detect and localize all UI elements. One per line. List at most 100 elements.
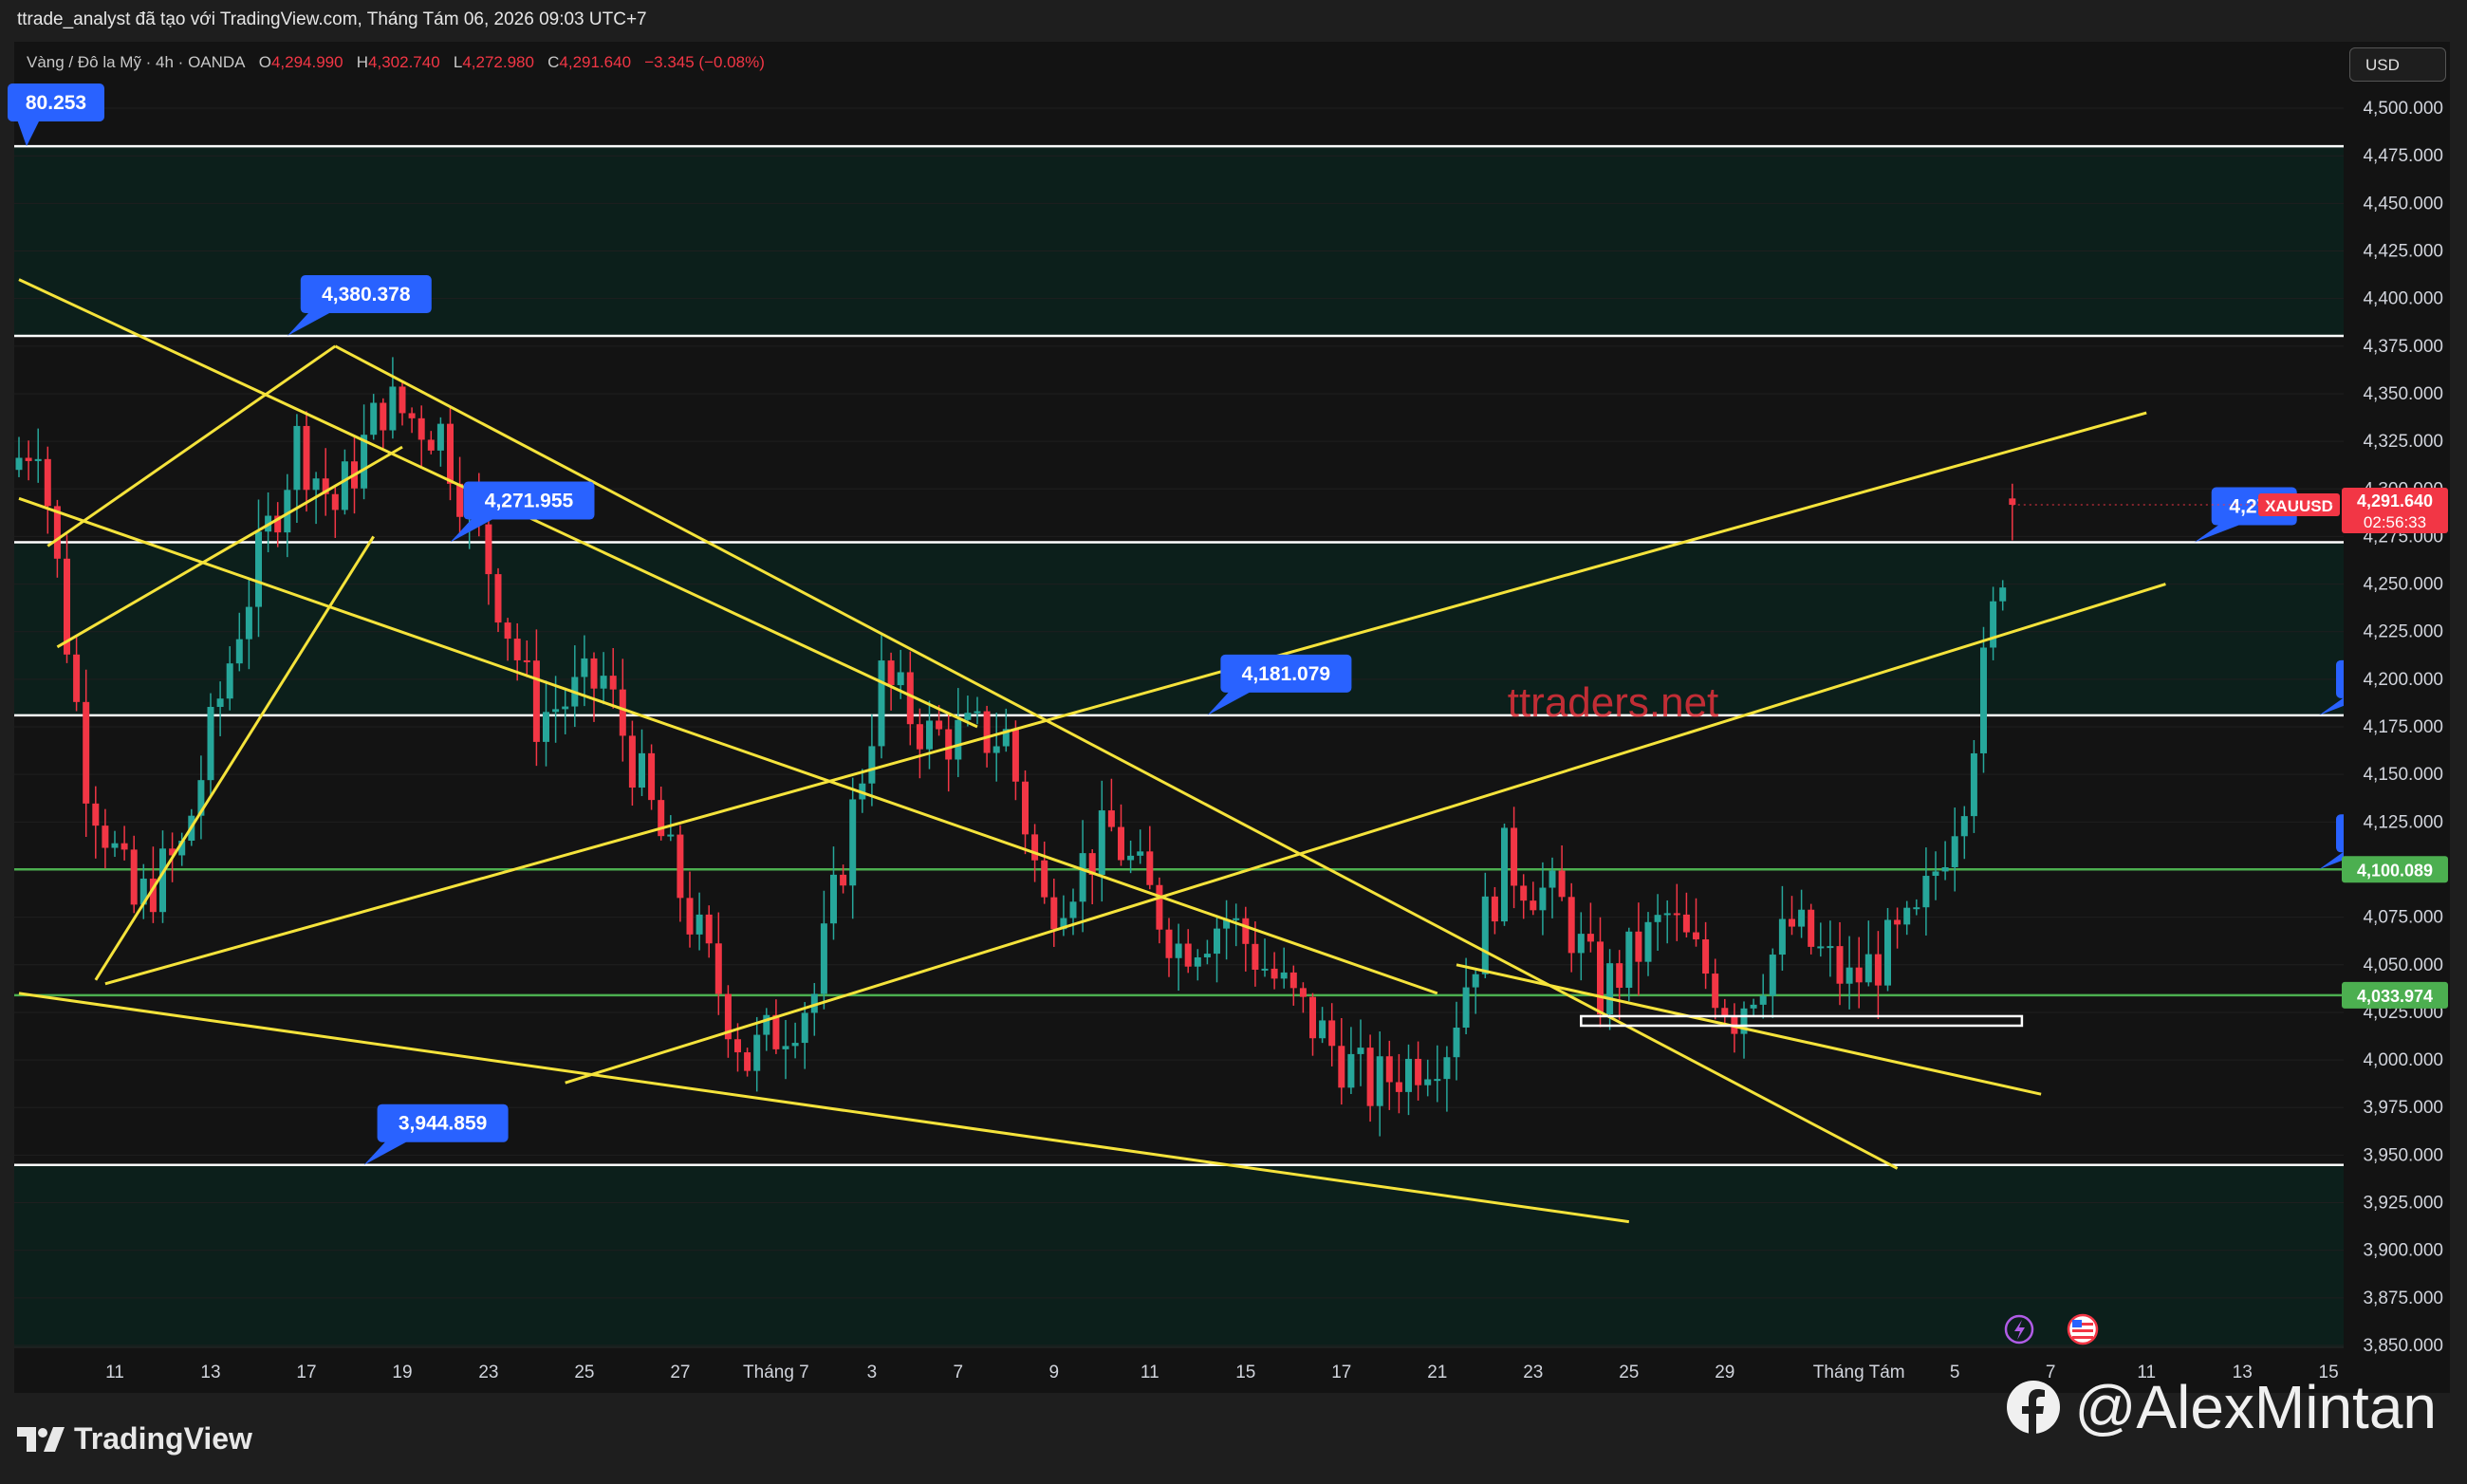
candle[interactable] <box>696 892 703 951</box>
candle[interactable] <box>1022 770 1029 855</box>
candle[interactable] <box>849 777 857 919</box>
candle[interactable] <box>1663 900 1671 944</box>
candle[interactable] <box>1836 921 1844 1006</box>
candle[interactable] <box>92 786 100 859</box>
candle[interactable] <box>1443 1046 1451 1112</box>
candle[interactable] <box>992 713 1000 782</box>
candle[interactable] <box>1242 906 1250 972</box>
price-callout[interactable]: 80.253 <box>8 83 104 147</box>
candle[interactable] <box>1472 970 1479 1014</box>
currency-button[interactable]: USD <box>2349 47 2446 82</box>
candle[interactable] <box>868 714 876 807</box>
candle[interactable] <box>1137 829 1144 864</box>
candle[interactable] <box>399 380 406 426</box>
candle[interactable] <box>1769 948 1776 1018</box>
candle[interactable] <box>1481 872 1489 978</box>
candle[interactable] <box>639 729 645 796</box>
price-chart[interactable]: ttraders.net 4,380.378 4,271.955 4,181.079… <box>0 0 2467 1393</box>
consolidation-box-rect[interactable] <box>1580 1014 2024 1028</box>
candle[interactable] <box>1625 927 1633 1002</box>
candle[interactable] <box>1011 720 1019 801</box>
candle[interactable] <box>1817 922 1825 957</box>
candle[interactable] <box>820 890 827 1010</box>
candle[interactable] <box>447 405 454 501</box>
candle[interactable] <box>1098 780 1105 902</box>
candle[interactable] <box>1434 1045 1441 1103</box>
candle[interactable] <box>1385 1040 1393 1110</box>
candle[interactable] <box>1721 998 1729 1024</box>
candle[interactable] <box>1299 982 1307 1013</box>
candle[interactable] <box>1088 849 1096 905</box>
candle[interactable] <box>1712 958 1719 1020</box>
candle[interactable] <box>1673 883 1680 941</box>
candle[interactable] <box>1980 626 1987 773</box>
candle[interactable] <box>1175 923 1182 992</box>
candle[interactable] <box>916 708 923 779</box>
candle[interactable] <box>1194 949 1201 981</box>
candle[interactable] <box>322 448 329 516</box>
candle[interactable] <box>1520 874 1528 919</box>
candle[interactable] <box>1060 895 1067 937</box>
trendline[interactable] <box>46 344 337 547</box>
candle[interactable] <box>139 863 147 919</box>
candle[interactable] <box>1271 952 1278 990</box>
candle[interactable] <box>456 456 464 535</box>
candle[interactable] <box>1789 896 1795 936</box>
candle[interactable] <box>1549 857 1556 918</box>
candle[interactable] <box>121 825 128 861</box>
candle[interactable] <box>1424 1059 1432 1097</box>
candle[interactable] <box>830 846 837 940</box>
candle[interactable] <box>1156 877 1163 944</box>
candle[interactable] <box>1127 840 1135 874</box>
candle[interactable] <box>791 1022 799 1059</box>
price-callout[interactable]: 4,271.955 <box>450 481 595 543</box>
candle[interactable] <box>1616 950 1623 1020</box>
candle[interactable] <box>1567 882 1575 973</box>
candle[interactable] <box>331 486 339 538</box>
candle[interactable] <box>1214 915 1220 983</box>
candle[interactable] <box>658 787 665 841</box>
candle[interactable] <box>1079 820 1086 933</box>
candle[interactable] <box>1922 847 1930 936</box>
candle[interactable] <box>1577 912 1585 981</box>
candle[interactable] <box>1223 900 1231 960</box>
candle[interactable] <box>408 407 416 434</box>
candle[interactable] <box>1309 992 1316 1056</box>
candle[interactable] <box>1846 936 1853 1010</box>
candle[interactable] <box>705 905 713 958</box>
tradingview-logo[interactable]: TradingView <box>17 1421 252 1456</box>
candle[interactable] <box>1165 918 1173 977</box>
candle[interactable] <box>714 912 722 1015</box>
trendline[interactable] <box>334 344 1899 1170</box>
candle[interactable] <box>782 1019 789 1080</box>
candle[interactable] <box>1693 898 1699 947</box>
candle[interactable] <box>753 1016 761 1092</box>
candle[interactable] <box>1778 885 1786 972</box>
candle[interactable] <box>1654 894 1661 951</box>
candle[interactable] <box>1913 899 1920 916</box>
candle[interactable] <box>1347 1027 1355 1094</box>
candle[interactable] <box>1750 998 1757 1018</box>
candle[interactable] <box>1050 878 1058 947</box>
candle[interactable] <box>15 436 23 477</box>
candle[interactable] <box>1530 881 1537 916</box>
candle[interactable] <box>2009 483 2016 541</box>
candle[interactable] <box>25 440 32 481</box>
candle[interactable] <box>1970 739 1977 833</box>
candle[interactable] <box>1501 823 1508 926</box>
candle[interactable] <box>1289 965 1297 1006</box>
candle[interactable] <box>1759 974 1767 1019</box>
candle[interactable] <box>1932 851 1939 900</box>
candle[interactable] <box>1146 825 1154 890</box>
candle[interactable] <box>648 744 656 810</box>
candle[interactable] <box>1808 903 1815 955</box>
candle[interactable] <box>1415 1041 1422 1101</box>
candle[interactable] <box>763 1008 770 1051</box>
candle[interactable] <box>1338 1018 1345 1105</box>
candle[interactable] <box>744 1048 751 1077</box>
candle[interactable] <box>1941 841 1949 881</box>
candle[interactable] <box>389 357 397 439</box>
candle[interactable] <box>197 755 205 840</box>
candle[interactable] <box>494 567 502 633</box>
candle[interactable] <box>945 714 953 792</box>
